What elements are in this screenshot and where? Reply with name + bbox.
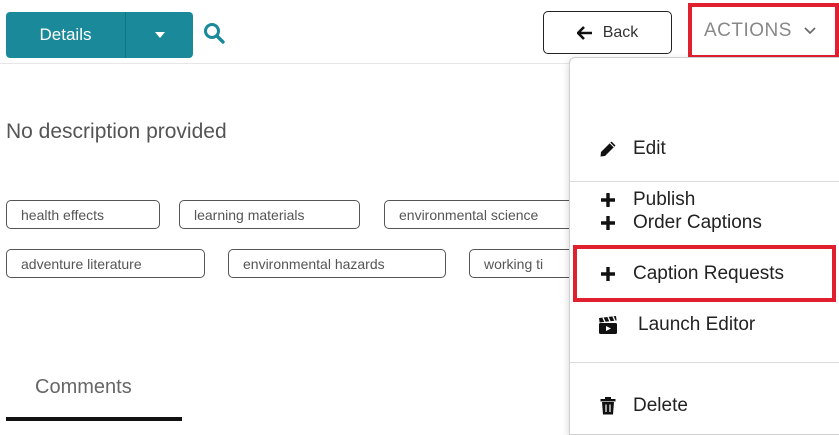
details-split-button: Details [6,12,193,58]
actions-button[interactable]: ACTIONS [692,7,837,55]
tag[interactable]: environmental science [384,200,584,229]
tag[interactable]: working ti [469,249,579,278]
tag[interactable]: health effects [6,200,160,229]
caption-requests-highlight-box [573,245,836,302]
pencil-icon [598,139,618,159]
tag[interactable]: adventure literature [6,249,205,278]
menu-item-label: Order Captions [633,212,762,233]
details-dropdown-toggle[interactable] [126,12,193,58]
chevron-down-icon [804,27,816,35]
trash-icon [598,396,618,416]
toolbar-divider [0,63,570,64]
menu-item-order-captions[interactable]: Order Captions [570,201,839,245]
arrow-left-icon [576,25,592,40]
tab-comments[interactable]: Comments [35,376,132,399]
caret-down-icon [154,32,165,38]
menu-item-edit[interactable]: Edit [570,127,839,171]
tag[interactable]: environmental hazards [228,249,446,278]
details-button[interactable]: Details [6,12,126,58]
plus-icon [598,213,618,233]
search-icon[interactable] [202,21,226,45]
tag[interactable]: learning materials [179,200,360,229]
menu-divider [570,181,839,182]
menu-divider [570,362,839,363]
description-text: No description provided [6,120,227,143]
menu-item-delete[interactable]: Delete [570,384,839,428]
menu-item-launch-editor[interactable]: Launch Editor [570,303,839,347]
tab-active-underline [6,417,182,421]
menu-item-label: Edit [633,138,666,159]
clapperboard-icon [598,315,618,335]
back-button-label: Back [602,23,639,41]
actions-button-label: ACTIONS [704,20,792,41]
back-button[interactable]: Back [543,11,672,54]
menu-item-label: Launch Editor [638,314,756,335]
menu-item-label: Delete [633,395,688,416]
